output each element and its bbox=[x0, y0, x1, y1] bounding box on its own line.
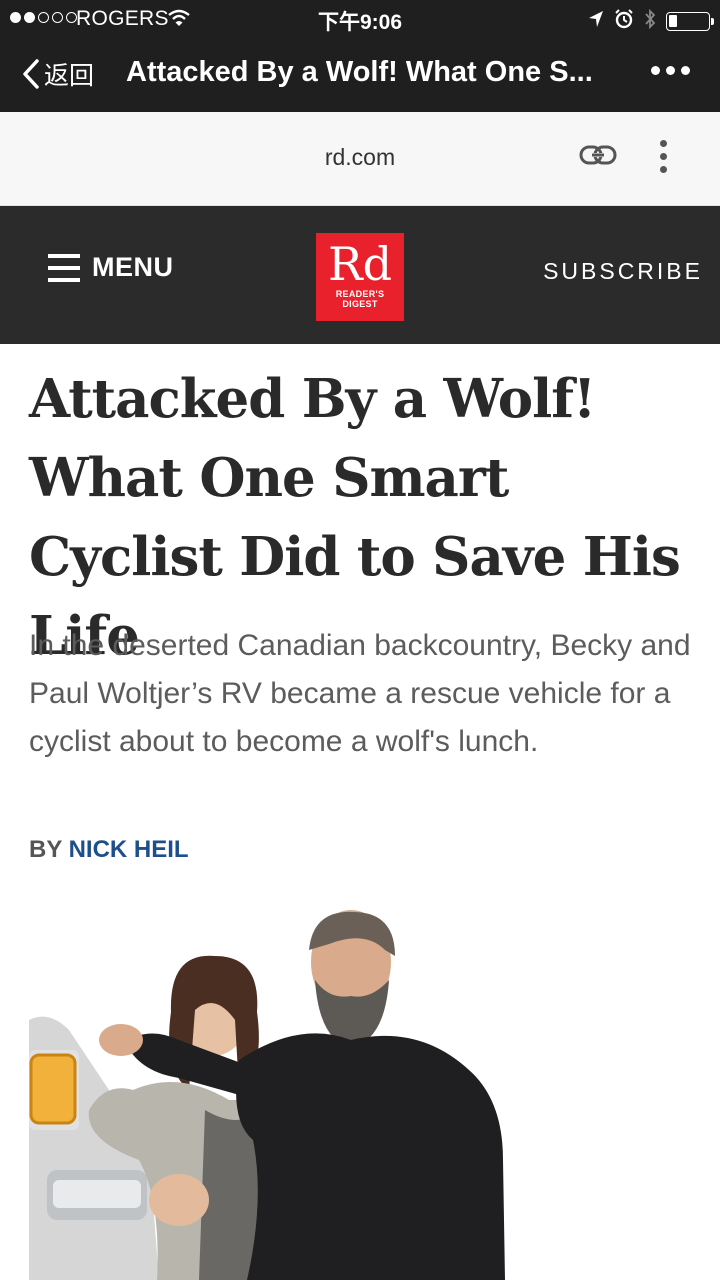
link-icon[interactable] bbox=[578, 142, 618, 173]
back-label: 返回 bbox=[44, 62, 95, 90]
hero-photo bbox=[29, 900, 720, 1280]
nav-bar: 返回 Attacked By a Wolf! What One S... bbox=[0, 38, 720, 112]
byline-prefix: BY bbox=[29, 836, 62, 863]
menu-button[interactable]: MENU bbox=[48, 252, 174, 283]
alarm-icon bbox=[614, 9, 634, 34]
hamburger-icon bbox=[48, 253, 80, 282]
chevron-left-icon bbox=[23, 59, 39, 89]
readers-digest-logo[interactable]: Rd READER'S DIGEST bbox=[316, 233, 404, 321]
logo-subtext-line2: DIGEST bbox=[342, 299, 378, 309]
back-button[interactable]: 返回 bbox=[22, 54, 94, 94]
status-bar: ROGERS 下午9:06 bbox=[0, 0, 720, 38]
subscribe-link[interactable]: SUBSCRIBE bbox=[543, 258, 703, 285]
author-link[interactable]: NICK HEIL bbox=[69, 836, 189, 863]
ellipsis-icon bbox=[651, 66, 660, 75]
address-bar: rd.com bbox=[0, 112, 720, 206]
article-dek: In the deserted Canadian backcountry, Be… bbox=[29, 629, 691, 758]
byline: BY NICK HEIL bbox=[29, 836, 189, 864]
location-arrow-icon bbox=[588, 10, 604, 33]
kebab-menu-icon[interactable] bbox=[660, 140, 667, 173]
site-header: MENU Rd READER'S DIGEST SUBSCRIBE bbox=[0, 206, 720, 344]
more-options-button[interactable] bbox=[651, 66, 690, 75]
battery-icon bbox=[666, 12, 714, 31]
menu-label: MENU bbox=[92, 252, 174, 282]
page-title: Attacked By a Wolf! What One S... bbox=[126, 56, 593, 88]
logo-text: Rd bbox=[327, 237, 393, 291]
bluetooth-icon bbox=[644, 8, 656, 34]
